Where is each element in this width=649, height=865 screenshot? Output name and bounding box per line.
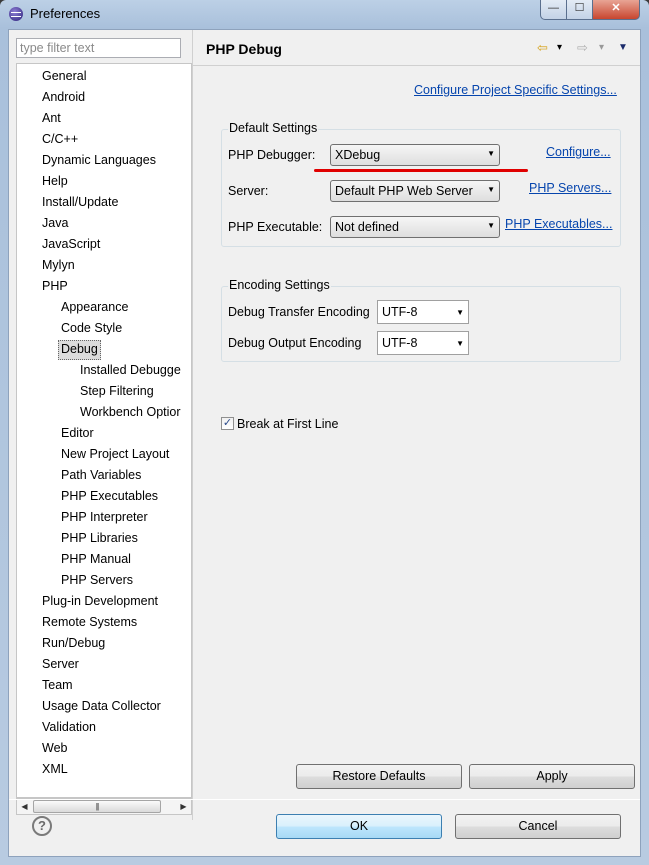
tree-item[interactable]: Run/Debug bbox=[40, 634, 107, 652]
output-encoding-label: Debug Output Encoding bbox=[228, 336, 362, 350]
tree-item[interactable]: PHP Executables bbox=[59, 487, 160, 505]
tree-item[interactable]: Install/Update bbox=[40, 193, 120, 211]
sash-divider[interactable] bbox=[192, 30, 193, 820]
window-title: Preferences bbox=[30, 6, 101, 21]
tree-item[interactable]: Help bbox=[40, 172, 70, 190]
tree-item[interactable]: Server bbox=[40, 655, 81, 673]
preference-tree[interactable]: General Android Ant C/C++ Dynamic Languages H… bbox=[16, 63, 192, 798]
server-select[interactable]: Default PHP Web Server ▼ bbox=[330, 180, 500, 202]
transfer-encoding-label: Debug Transfer Encoding bbox=[228, 305, 370, 319]
tree-item[interactable]: Step Filtering bbox=[78, 382, 156, 400]
php-servers-link[interactable]: PHP Servers... bbox=[529, 181, 611, 195]
tree-item[interactable]: Team bbox=[40, 676, 75, 694]
forward-arrow-icon[interactable]: ⇨ bbox=[577, 40, 588, 56]
php-debugger-select[interactable]: XDebug ▼ bbox=[330, 144, 500, 166]
chevron-down-icon: ▼ bbox=[456, 339, 464, 348]
forward-dropdown-icon[interactable]: ▾ bbox=[599, 40, 604, 56]
ok-button[interactable]: OK bbox=[276, 814, 442, 839]
chevron-down-icon: ▼ bbox=[456, 308, 464, 317]
tree-item[interactable]: Workbench Optior bbox=[78, 403, 183, 421]
eclipse-icon bbox=[9, 7, 23, 21]
tree-item[interactable]: PHP Libraries bbox=[59, 529, 140, 547]
scroll-thumb[interactable]: ||| bbox=[33, 800, 161, 813]
tree-item[interactable]: New Project Layout bbox=[59, 445, 171, 463]
tree-item[interactable]: Mylyn bbox=[40, 256, 77, 274]
tree-item[interactable]: Path Variables bbox=[59, 466, 143, 484]
output-encoding-select[interactable]: UTF-8 ▼ bbox=[377, 331, 469, 355]
tree-item[interactable]: PHP Servers bbox=[59, 571, 135, 589]
server-value: Default PHP Web Server bbox=[335, 184, 473, 198]
view-menu-icon[interactable]: ▼ bbox=[618, 40, 628, 56]
configure-link[interactable]: Configure... bbox=[546, 145, 611, 159]
scroll-left-icon[interactable]: ◀ bbox=[17, 799, 32, 814]
tree-horizontal-scrollbar[interactable]: ◀ ||| ▶ bbox=[16, 798, 192, 815]
chevron-down-icon: ▼ bbox=[487, 149, 495, 158]
filter-input[interactable] bbox=[16, 38, 181, 58]
encoding-settings-label: Encoding Settings bbox=[228, 278, 331, 292]
back-arrow-icon[interactable]: ⇦ bbox=[537, 40, 548, 56]
apply-button[interactable]: Apply bbox=[469, 764, 635, 789]
tree-item[interactable]: Code Style bbox=[59, 319, 124, 337]
maximize-button[interactable]: ☐ bbox=[566, 0, 593, 20]
tree-item[interactable]: JavaScript bbox=[40, 235, 102, 253]
php-debugger-value: XDebug bbox=[335, 148, 381, 162]
help-icon[interactable]: ? bbox=[32, 816, 52, 836]
tree-item[interactable]: Plug-in Development bbox=[40, 592, 160, 610]
configure-project-settings-link[interactable]: Configure Project Specific Settings... bbox=[414, 83, 617, 97]
cancel-button[interactable]: Cancel bbox=[455, 814, 621, 839]
header-separator bbox=[193, 65, 640, 66]
tree-item[interactable]: C/C++ bbox=[40, 130, 80, 148]
tree-item[interactable]: Web bbox=[40, 739, 69, 757]
break-first-line-label[interactable]: Break at First Line bbox=[237, 417, 338, 431]
tree-item[interactable]: PHP Interpreter bbox=[59, 508, 150, 526]
dialog-client-area: General Android Ant C/C++ Dynamic Languages H… bbox=[8, 29, 641, 857]
tree-item[interactable]: XML bbox=[40, 760, 70, 778]
preferences-window: Preferences — ☐ ✕ General Android Ant C/C++… bbox=[0, 0, 649, 865]
php-executable-label: PHP Executable: bbox=[228, 220, 323, 234]
break-first-line-checkbox[interactable]: ✓ bbox=[221, 417, 234, 430]
tree-item[interactable]: Usage Data Collector bbox=[40, 697, 163, 715]
tree-item[interactable]: Editor bbox=[59, 424, 96, 442]
red-underline-annotation bbox=[314, 169, 528, 172]
tree-item[interactable]: PHP Manual bbox=[59, 550, 133, 568]
tree-item[interactable]: Appearance bbox=[59, 298, 130, 316]
default-settings-label: Default Settings bbox=[228, 121, 319, 135]
tree-item[interactable]: Ant bbox=[40, 109, 63, 127]
page-title: PHP Debug bbox=[206, 41, 282, 57]
chevron-down-icon: ▼ bbox=[487, 221, 495, 230]
tree-item[interactable]: Android bbox=[40, 88, 87, 106]
tree-item[interactable]: PHP bbox=[40, 277, 70, 295]
footer-separator bbox=[9, 799, 640, 800]
minimize-button[interactable]: — bbox=[540, 0, 567, 20]
output-encoding-value: UTF-8 bbox=[382, 336, 418, 350]
php-debugger-label: PHP Debugger: bbox=[228, 148, 316, 162]
title-bar[interactable]: Preferences — ☐ ✕ bbox=[0, 0, 649, 28]
close-button[interactable]: ✕ bbox=[592, 0, 640, 20]
transfer-encoding-select[interactable]: UTF-8 ▼ bbox=[377, 300, 469, 324]
php-executable-value: Not defined bbox=[335, 220, 399, 234]
transfer-encoding-value: UTF-8 bbox=[382, 305, 418, 319]
scroll-right-icon[interactable]: ▶ bbox=[176, 799, 191, 814]
php-executable-select[interactable]: Not defined ▼ bbox=[330, 216, 500, 238]
server-label: Server: bbox=[228, 184, 269, 198]
chevron-down-icon: ▼ bbox=[487, 185, 495, 194]
tree-item[interactable]: Remote Systems bbox=[40, 613, 139, 631]
php-executables-link[interactable]: PHP Executables... bbox=[505, 217, 612, 231]
tree-item[interactable]: Dynamic Languages bbox=[40, 151, 158, 169]
back-dropdown-icon[interactable]: ▾ bbox=[557, 40, 562, 56]
tree-item[interactable]: Validation bbox=[40, 718, 98, 736]
tree-item[interactable]: Java bbox=[40, 214, 70, 232]
tree-item[interactable]: Installed Debugge bbox=[78, 361, 183, 379]
tree-item[interactable]: General bbox=[40, 67, 88, 85]
tree-item[interactable]: Debug bbox=[58, 340, 101, 360]
restore-defaults-button[interactable]: Restore Defaults bbox=[296, 764, 462, 789]
